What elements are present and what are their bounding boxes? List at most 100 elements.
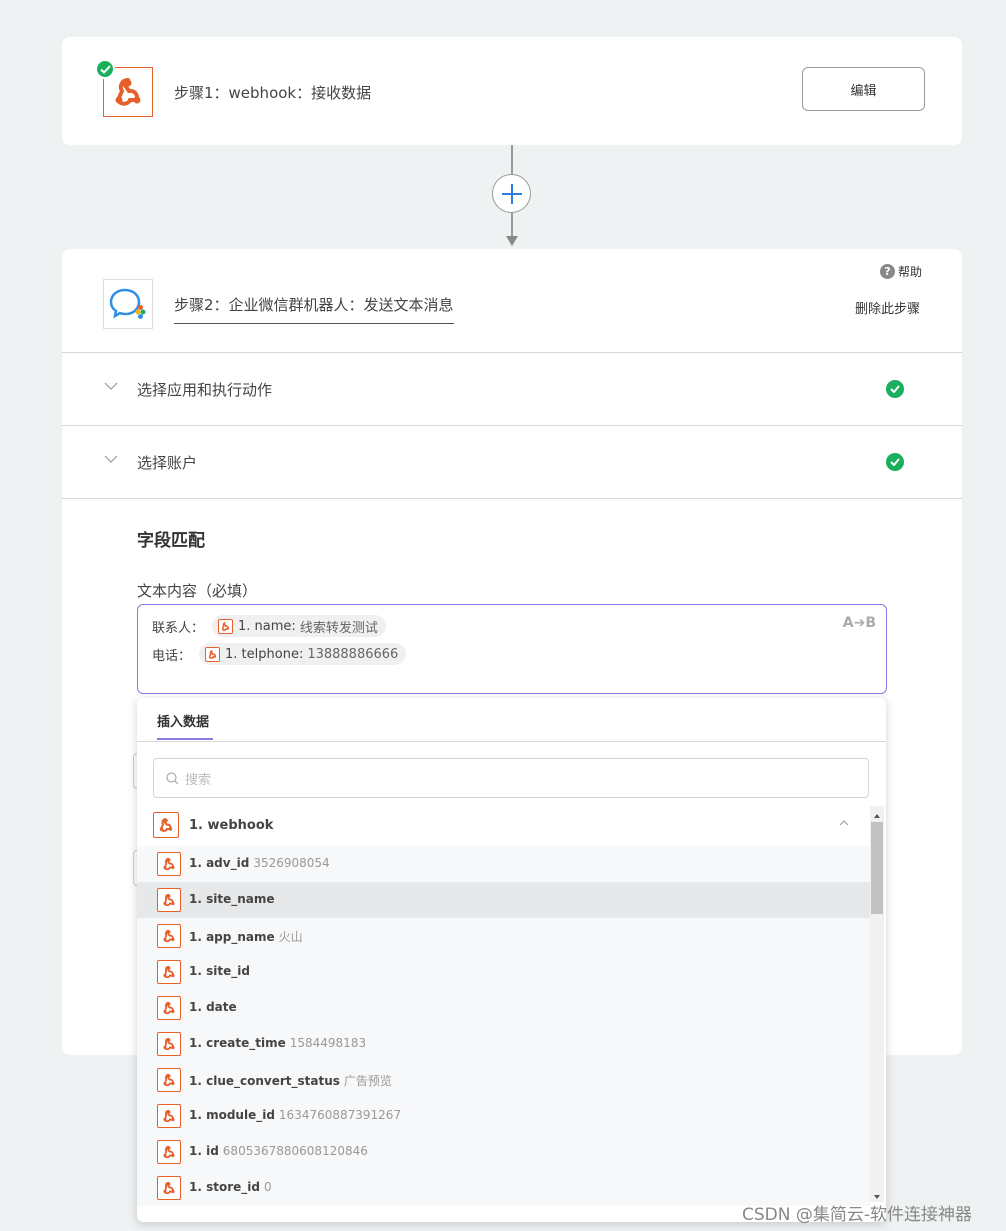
data-item-label: 1. adv_id 3526908054: [189, 856, 330, 870]
data-item-label: 1. store_id 0: [189, 1180, 272, 1194]
search-icon: [166, 771, 179, 784]
field-mapping-title: 字段匹配: [137, 531, 205, 551]
delete-step-link[interactable]: 删除此步骤: [855, 298, 920, 317]
scrollbar[interactable]: [870, 806, 884, 1202]
add-step-button[interactable]: [492, 174, 531, 213]
data-item-value: 火山: [278, 930, 303, 944]
data-item-value: 广告预览: [343, 1074, 392, 1088]
webhook-icon: [157, 1104, 181, 1128]
data-item-value: 1634760887391267: [278, 1108, 402, 1122]
webhook-icon: [218, 618, 234, 634]
data-item-key: 1. id: [189, 1144, 219, 1158]
watermark: CSDN @集简云-软件连接神器: [742, 1205, 973, 1225]
text-line: 联系人： 1. name: 线索转发测试: [152, 615, 386, 637]
text-line: 电话： 1. telphone: 13888886666: [152, 643, 407, 665]
completed-check-icon: [886, 380, 904, 398]
data-item-row[interactable]: 1. id 6805367880608120846: [137, 1134, 870, 1170]
webhook-icon: [157, 1032, 181, 1056]
active-tab-indicator: [157, 738, 213, 740]
step1-title[interactable]: 步骤1：webhook：接收数据: [174, 82, 371, 103]
section-label: 选择应用和执行动作: [137, 381, 273, 399]
data-item-key: 1. create_time: [189, 1036, 286, 1050]
help-label: 帮助: [898, 265, 923, 279]
wechat-work-icon: [109, 288, 146, 319]
scroll-up-arrow-icon[interactable]: [870, 811, 884, 821]
chevron-down-icon: [104, 455, 118, 463]
scroll-thumb[interactable]: [871, 822, 883, 914]
completed-check-icon: [886, 453, 904, 471]
data-item-key: 1. clue_convert_status: [189, 1074, 340, 1088]
line-prefix: 联系人：: [152, 620, 205, 636]
data-item-key: 1. site_id: [189, 964, 250, 978]
data-item-key: 1. store_id: [189, 1180, 260, 1194]
connector-line-bottom: [511, 213, 513, 237]
data-item-row[interactable]: 1. adv_id 3526908054: [137, 846, 870, 882]
webhook-icon: [205, 646, 221, 662]
arrow-down-icon: [506, 236, 518, 246]
data-item-key: 1. app_name: [189, 930, 275, 944]
chip-value: 线索转发测试: [299, 620, 378, 636]
webhook-icon: [157, 996, 181, 1020]
webhook-icon: [157, 924, 181, 948]
data-item-value: 0: [263, 1180, 272, 1194]
group-header-webhook[interactable]: 1. webhook: [137, 808, 870, 846]
step1-completed-check-icon: [95, 59, 115, 79]
variable-chip[interactable]: 1. name: 线索转发测试: [212, 615, 386, 637]
edit-button[interactable]: 编辑: [802, 67, 925, 111]
data-item-row[interactable]: 1. module_id 1634760887391267: [137, 1098, 870, 1134]
data-item-value: 1584498183: [289, 1036, 367, 1050]
section-select-account[interactable]: 选择账户: [62, 425, 962, 498]
data-item-label: 1. app_name 火山: [189, 928, 303, 945]
data-item-label: 1. date: [189, 1000, 241, 1014]
data-item-label: 1. clue_convert_status 广告预览: [189, 1072, 392, 1089]
data-item-row[interactable]: 1. date: [137, 990, 870, 1026]
webhook-icon: [157, 852, 181, 876]
data-item-row[interactable]: 1. site_id: [137, 954, 870, 990]
data-item-label: 1. site_id: [189, 964, 254, 978]
chip-key: 1. telphone:: [225, 646, 304, 662]
help-link[interactable]: ? 帮助: [880, 263, 922, 280]
data-item-row[interactable]: 1. create_time 1584498183: [137, 1026, 870, 1062]
group-name: 1. webhook: [189, 818, 274, 833]
data-item-value: 3526908054: [253, 856, 330, 870]
question-icon: ?: [880, 264, 895, 279]
variable-chip[interactable]: 1. telphone: 13888886666: [199, 643, 407, 665]
section-label: 选择账户: [137, 454, 198, 472]
data-item-key: 1. date: [189, 1000, 237, 1014]
line-prefix: 电话：: [152, 648, 192, 664]
wechat-robot-app-icon: [103, 279, 153, 329]
chevron-down-icon: [104, 382, 118, 390]
tab-divider: [137, 741, 886, 742]
data-item-row[interactable]: 1. app_name 火山: [137, 918, 870, 954]
text-content-field[interactable]: 联系人： 1. name: 线索转发测试 电话： 1. telphone: 13…: [137, 604, 887, 694]
connector-line-top: [511, 145, 513, 175]
chip-key: 1. name:: [238, 618, 296, 634]
webhook-icon: [115, 78, 141, 106]
data-item-value: 6805367880608120846: [222, 1144, 368, 1158]
search-placeholder: 搜索: [185, 772, 212, 788]
chip-value: 13888886666: [307, 646, 399, 662]
tab-insert-data[interactable]: 插入数据: [157, 711, 209, 730]
data-item-key: 1. site_name: [189, 892, 275, 906]
webhook-icon: [157, 1140, 181, 1164]
search-input[interactable]: 搜索: [153, 758, 869, 798]
webhook-icon: [157, 888, 181, 912]
webhook-icon: [157, 1068, 181, 1092]
data-item-label: 1. create_time 1584498183: [189, 1036, 366, 1050]
section-divider: [62, 498, 962, 499]
text-content-label: 文本内容（必填）: [137, 582, 258, 600]
step2-title[interactable]: 步骤2：企业微信群机器人：发送文本消息: [174, 294, 454, 324]
data-item-key: 1. adv_id: [189, 856, 250, 870]
chevron-up-icon[interactable]: [839, 820, 849, 826]
insert-data-panel: 插入数据 搜索 1. webhook 1. adv_id 3526908054 1.…: [137, 698, 886, 1222]
section-select-app-action[interactable]: 选择应用和执行动作: [62, 352, 962, 425]
data-item-row[interactable]: 1. clue_convert_status 广告预览: [137, 1062, 870, 1098]
data-item-key: 1. module_id: [189, 1108, 275, 1122]
format-toggle-button[interactable]: A➔B: [843, 615, 876, 631]
data-item-row[interactable]: 1. site_name: [137, 882, 870, 918]
webhook-icon: [153, 812, 179, 838]
data-item-label: 1. module_id 1634760887391267: [189, 1108, 401, 1122]
plus-icon: [501, 183, 522, 204]
data-item-label: 1. id 6805367880608120846: [189, 1144, 368, 1158]
data-item-label: 1. site_name: [189, 892, 279, 906]
